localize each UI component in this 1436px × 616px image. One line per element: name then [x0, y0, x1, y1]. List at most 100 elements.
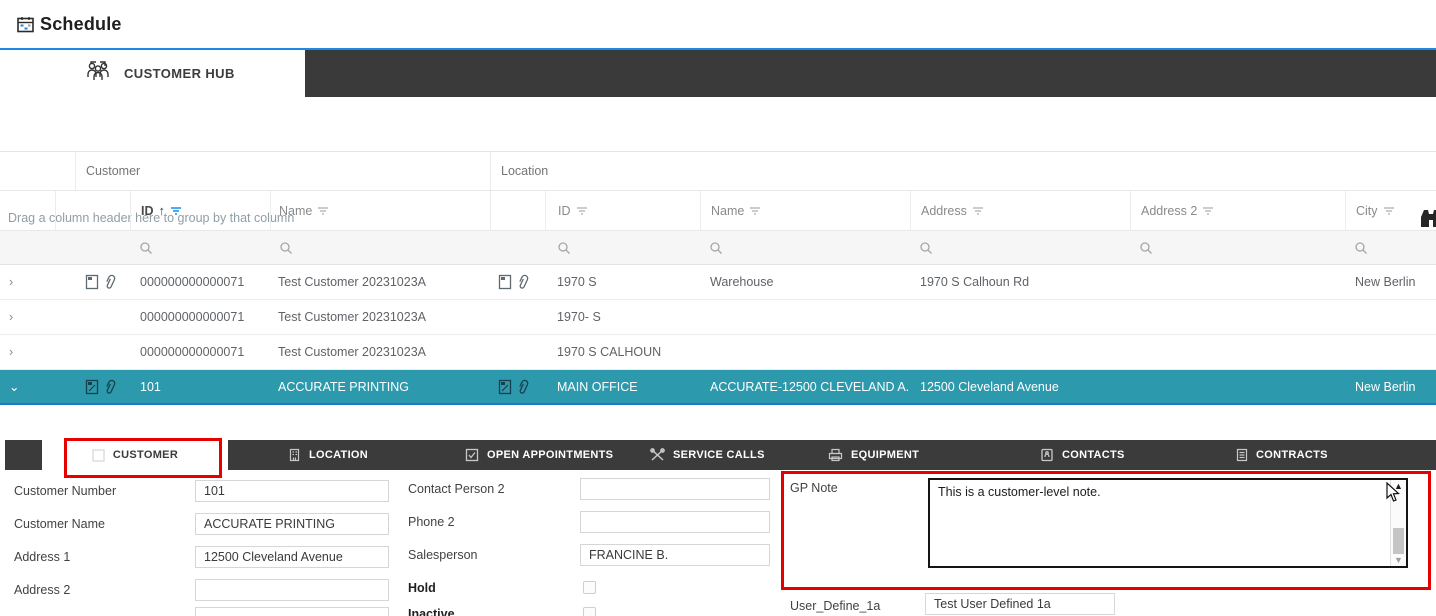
filter-icon[interactable] [972, 205, 984, 217]
scrollbar-thumb[interactable] [1393, 528, 1404, 554]
cell-address2 [1130, 370, 1345, 403]
user-define-1a-field[interactable] [925, 593, 1115, 615]
col-header-address2[interactable]: Address 2 [1130, 191, 1345, 230]
gp-note-text: This is a customer-level note. [938, 485, 1101, 499]
table-row-selected[interactable]: ⌄ 101 ACCURATE PRINTING MAIN OFFICE ACCU… [0, 370, 1436, 405]
filter-icon-active[interactable] [170, 205, 182, 217]
col-label: Address 2 [1141, 204, 1197, 218]
col-header-location-name[interactable]: Name [700, 191, 910, 230]
filter-input-customer-name[interactable] [270, 231, 490, 264]
user-define-1a-label: User_Define_1a [790, 599, 880, 613]
salesperson-field[interactable] [580, 544, 770, 566]
cell-customer-id: 000000000000071 [130, 300, 270, 334]
tab-contacts[interactable]: CONTACTS [1040, 440, 1125, 470]
tab-open-appointments[interactable]: OPEN APPOINTMENTS [465, 440, 613, 470]
tab-label: CUSTOMER [113, 449, 178, 461]
cell-address2 [1130, 335, 1345, 369]
clipped-field[interactable] [195, 607, 389, 616]
row-attachment-cell [55, 335, 130, 369]
tab-customer[interactable]: CUSTOMER [42, 440, 228, 470]
people-group-icon [84, 60, 112, 87]
group-header-spacer [0, 152, 75, 190]
note-icon[interactable] [498, 274, 513, 290]
table-row[interactable]: › 000000000000071 Test Customer 20231023… [0, 335, 1436, 370]
tab-label: LOCATION [309, 449, 368, 461]
tab-equipment[interactable]: EQUIPMENT [828, 440, 919, 470]
filter-input-city[interactable] [1345, 231, 1436, 264]
group-header-location[interactable]: Location [490, 152, 1436, 190]
search-icon [1139, 241, 1153, 255]
col-header-expand [0, 191, 55, 230]
filter-cell [490, 231, 545, 264]
row-attachment-cell [55, 265, 130, 299]
hold-checkbox[interactable] [583, 581, 596, 594]
filter-icon[interactable] [1202, 205, 1214, 217]
customer-tab-icon [92, 449, 105, 462]
col-label: Name [279, 204, 312, 218]
paperclip-icon[interactable] [516, 379, 530, 395]
paperclip-icon[interactable] [103, 379, 117, 395]
filter-input-address2[interactable] [1130, 231, 1345, 264]
filter-cell [0, 231, 55, 264]
col-header-customer-name[interactable]: Name [270, 191, 490, 230]
cell-location-id: 1970- S [545, 300, 700, 334]
table-row[interactable]: › 000000000000071 Test Customer 20231023… [0, 265, 1436, 300]
app-header: Schedule [0, 0, 1436, 48]
filter-input-address[interactable] [910, 231, 1130, 264]
table-row[interactable]: › 000000000000071 Test Customer 20231023… [0, 300, 1436, 335]
note-edit-icon[interactable] [85, 379, 100, 395]
tab-contracts[interactable]: CONTRACTS [1236, 440, 1328, 470]
customer-name-field[interactable] [195, 513, 389, 535]
filter-icon[interactable] [317, 205, 329, 217]
address2-field[interactable] [195, 579, 389, 601]
col-label: City [1356, 204, 1378, 218]
filter-input-customer-id[interactable] [130, 231, 270, 264]
tab-location[interactable]: LOCATION [288, 440, 368, 470]
cell-location-id: 1970 S CALHOUN [545, 335, 700, 369]
cell-location-id: MAIN OFFICE [545, 370, 700, 403]
sort-ascending-icon[interactable]: ↑ [159, 203, 166, 218]
cell-address: 1970 S Calhoun Rd [910, 265, 1130, 299]
customer-number-field[interactable] [195, 480, 389, 502]
tab-service-calls[interactable]: SERVICE CALLS [650, 440, 765, 470]
expand-chevron-right-icon[interactable]: › [0, 335, 55, 369]
cell-customer-id: 000000000000071 [130, 265, 270, 299]
cell-customer-name: Test Customer 20231023A [270, 335, 490, 369]
search-icon [279, 241, 293, 255]
phone2-field[interactable] [580, 511, 770, 533]
group-by-panel[interactable]: Drag a column header here to group by th… [0, 97, 1436, 151]
search-icon [139, 241, 153, 255]
cell-address2 [1130, 300, 1345, 334]
filter-input-location-id[interactable] [545, 231, 700, 264]
note-icon[interactable] [85, 274, 100, 290]
filter-input-location-name[interactable] [700, 231, 910, 264]
filter-icon[interactable] [749, 205, 761, 217]
cell-customer-id: 000000000000071 [130, 335, 270, 369]
col-header-address[interactable]: Address [910, 191, 1130, 230]
note-edit-icon[interactable] [498, 379, 513, 395]
contact-person2-field[interactable] [580, 478, 770, 500]
cell-customer-id: 101 [130, 370, 270, 403]
group-header-customer[interactable]: Customer [75, 152, 490, 190]
paperclip-icon[interactable] [103, 274, 117, 290]
filter-icon[interactable] [1383, 205, 1395, 217]
col-header-city[interactable]: City [1345, 191, 1436, 230]
expand-chevron-down-icon[interactable]: ⌄ [0, 370, 55, 403]
address1-field[interactable] [195, 546, 389, 568]
expand-chevron-right-icon[interactable]: › [0, 300, 55, 334]
gp-note-textarea[interactable]: This is a customer-level note. ▲ ▼ [928, 478, 1408, 568]
mouse-cursor-icon [1386, 482, 1401, 508]
col-header-location-id[interactable]: ID [545, 191, 700, 230]
filter-icon[interactable] [576, 205, 588, 217]
paperclip-icon[interactable] [516, 274, 530, 290]
inactive-checkbox[interactable] [583, 607, 596, 616]
hub-tab-label: CUSTOMER HUB [124, 66, 235, 81]
tab-customer-hub[interactable]: CUSTOMER HUB [0, 50, 305, 97]
row-attachment-cell [490, 335, 545, 369]
row-attachment-cell [490, 300, 545, 334]
col-header-customer-id[interactable]: ID ↑ [130, 191, 270, 230]
expand-chevron-right-icon[interactable]: › [0, 265, 55, 299]
cell-address2 [1130, 265, 1345, 299]
scroll-down-icon[interactable]: ▼ [1391, 555, 1406, 565]
search-icon [919, 241, 933, 255]
